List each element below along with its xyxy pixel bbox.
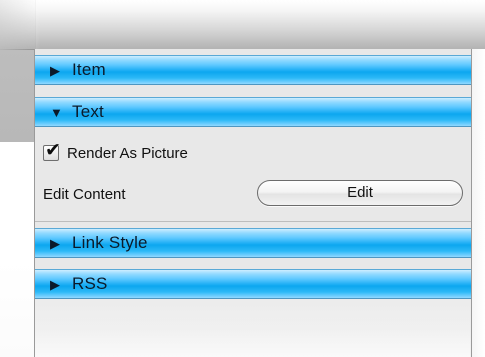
window-edge xyxy=(470,49,485,357)
section-label-text: Text xyxy=(72,102,104,121)
disclosure-right-icon: ▶ xyxy=(50,235,60,251)
render-as-picture-label[interactable]: Render As Picture xyxy=(67,145,188,162)
disclosure-down-icon: ▼ xyxy=(50,104,63,120)
edit-button[interactable]: Edit xyxy=(257,180,463,206)
edit-content-label: Edit Content xyxy=(43,185,126,203)
section-label-item: Item xyxy=(72,60,106,79)
disclosure-right-icon: ▶ xyxy=(50,62,60,78)
window-titlebar xyxy=(0,0,485,50)
render-as-picture-row: ✔ Render As Picture xyxy=(43,140,188,166)
section-header-text[interactable]: ▼ Text xyxy=(35,97,471,127)
section-header-link-style[interactable]: ▶ Link Style xyxy=(35,228,471,258)
section-label-rss: RSS xyxy=(72,274,108,293)
disclosure-right-icon: ▶ xyxy=(50,276,60,292)
edit-content-row: Edit Content Edit xyxy=(43,179,463,209)
section-label-link-style: Link Style xyxy=(72,233,148,252)
inspector-window: ▶ Item ▼ Text ✔ Render As Picture Edit C… xyxy=(0,0,485,357)
inspector-panel: ▶ Item ▼ Text ✔ Render As Picture Edit C… xyxy=(34,49,472,357)
section-header-item[interactable]: ▶ Item xyxy=(35,55,471,85)
checkmark-icon: ✔ xyxy=(45,139,61,161)
render-as-picture-checkbox[interactable]: ✔ xyxy=(43,141,61,161)
section-header-rss[interactable]: ▶ RSS xyxy=(35,269,471,299)
section-divider xyxy=(35,221,471,222)
